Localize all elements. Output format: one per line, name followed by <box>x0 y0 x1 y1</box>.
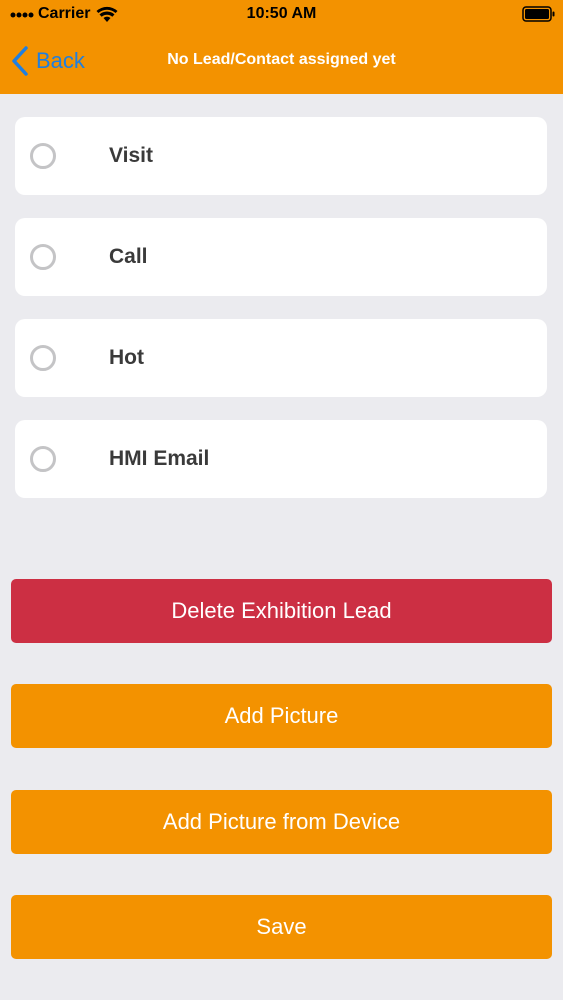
add-picture-from-device-button[interactable]: Add Picture from Device <box>11 790 552 854</box>
radio-button[interactable] <box>30 244 56 270</box>
option-hot[interactable]: Hot <box>15 319 547 397</box>
radio-button[interactable] <box>30 345 56 371</box>
option-visit[interactable]: Visit <box>15 117 547 195</box>
options-list: Visit Call Hot HMI Email <box>15 117 547 521</box>
battery-icon <box>522 6 555 22</box>
page-title: No Lead/Contact assigned yet <box>167 51 396 68</box>
status-bar: Carrier 10:50 AM <box>0 0 563 30</box>
option-label: Call <box>109 245 148 268</box>
delete-exhibition-lead-button[interactable]: Delete Exhibition Lead <box>11 579 552 643</box>
option-call[interactable]: Call <box>15 218 547 296</box>
save-button[interactable]: Save <box>11 895 552 959</box>
option-label: Hot <box>109 346 144 369</box>
app-header: Carrier 10:50 AM Back No Lead/Contact as… <box>0 0 563 94</box>
radio-button[interactable] <box>30 143 56 169</box>
add-picture-button[interactable]: Add Picture <box>11 684 552 748</box>
navigation-bar: Back No Lead/Contact assigned yet <box>0 30 563 94</box>
radio-button[interactable] <box>30 446 56 472</box>
option-label: Visit <box>109 144 153 167</box>
clock: 10:50 AM <box>246 5 317 22</box>
option-label: HMI Email <box>109 447 210 470</box>
option-hmi-email[interactable]: HMI Email <box>15 420 547 498</box>
